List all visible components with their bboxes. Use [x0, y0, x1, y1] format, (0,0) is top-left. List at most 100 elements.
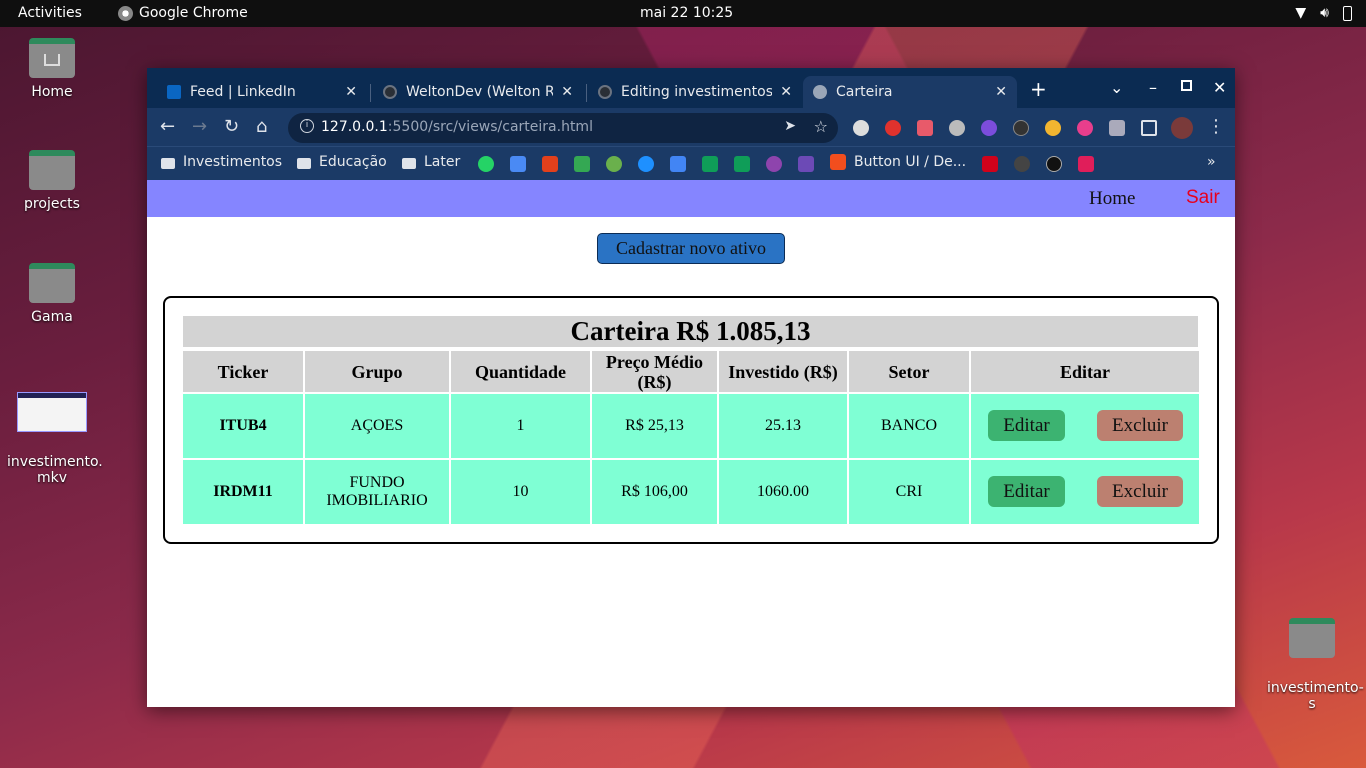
delete-button[interactable]: Excluir — [1097, 410, 1183, 441]
nav-home-link[interactable]: Home — [1089, 188, 1135, 210]
portfolio-caption: Carteira R$ 1.085,13 — [183, 316, 1198, 347]
puzzle-icon[interactable] — [1109, 120, 1125, 136]
close-icon[interactable]: ✕ — [561, 84, 573, 100]
linkedin-icon — [167, 85, 181, 99]
cell-setor: BANCO — [849, 394, 969, 458]
app-name: Google Chrome — [139, 5, 248, 21]
tab-search-icon[interactable]: ⌄ — [1110, 78, 1123, 97]
extension-icon[interactable] — [1013, 120, 1029, 136]
cell-preco-medio: R$ 106,00 — [592, 460, 717, 524]
edit-button[interactable]: Editar — [988, 476, 1065, 507]
clock[interactable]: mai 22 10:25 — [640, 5, 733, 21]
reload-icon[interactable]: ↻ — [224, 117, 239, 137]
desktop-icon-projects[interactable]: projects — [7, 150, 97, 212]
sheets-icon[interactable] — [734, 156, 750, 172]
bookmark-icon[interactable] — [606, 156, 622, 172]
delete-button[interactable]: Excluir — [1097, 476, 1183, 507]
bookmark-label: Button UI / De... — [854, 154, 967, 170]
desktop-icon-home[interactable]: Home — [7, 38, 97, 100]
desktop-icon-label: investimento- s — [1267, 680, 1364, 712]
folder-icon — [297, 157, 311, 169]
cell-ticker: ITUB4 — [183, 394, 303, 458]
extension-icon[interactable] — [1077, 120, 1093, 136]
bookmark-folder[interactable]: Educação — [297, 154, 387, 170]
bookmarks-bar: Investimentos Educação Later Button UI /… — [147, 146, 1235, 180]
cell-investido: 1060.00 — [719, 460, 847, 524]
close-icon[interactable]: ✕ — [780, 84, 792, 100]
add-asset-button[interactable]: Cadastrar novo ativo — [597, 233, 785, 264]
translate-icon[interactable] — [510, 156, 526, 172]
extension-icon[interactable] — [949, 120, 965, 136]
folder-icon — [161, 157, 175, 169]
close-icon[interactable]: ✕ — [995, 84, 1007, 100]
slack-icon[interactable] — [1078, 156, 1094, 172]
bookmark-label: Later — [424, 154, 461, 170]
bookmark-icon[interactable] — [1046, 156, 1062, 172]
volume-icon: 🔊︎ — [1320, 5, 1329, 21]
send-icon[interactable]: ➤ — [784, 118, 796, 134]
more-bookmarks-icon[interactable]: » — [1207, 154, 1216, 170]
desktop-icon-video[interactable]: investimento. mkv — [7, 376, 103, 502]
tab-linkedin[interactable]: Feed | LinkedIn ✕ — [157, 76, 367, 108]
chrome-icon — [118, 5, 133, 21]
extension-icon[interactable] — [885, 120, 901, 136]
extension-icon[interactable] — [917, 120, 933, 136]
tab-carteira[interactable]: Carteira ✕ — [803, 76, 1017, 108]
address-bar[interactable]: i 127.0.0.1:5500/src/views/carteira.html… — [288, 113, 838, 143]
meet-icon[interactable] — [702, 156, 718, 172]
edit-button[interactable]: Editar — [988, 410, 1065, 441]
extension-icon[interactable] — [981, 120, 997, 136]
home-icon[interactable]: ⌂ — [256, 117, 267, 137]
calendar-icon[interactable] — [670, 156, 686, 172]
cell-setor: CRI — [849, 460, 969, 524]
activities-button[interactable]: Activities — [18, 5, 82, 21]
bookmark-icon[interactable] — [766, 156, 782, 172]
avatar[interactable] — [1171, 117, 1193, 139]
tab-title: WeltonDev (Welton Ro — [406, 84, 554, 100]
header-setor: Setor — [849, 351, 969, 392]
play-icon[interactable] — [574, 156, 590, 172]
header-preco-medio: Preço Médio (R$) — [592, 351, 717, 392]
bookmark-icon[interactable] — [798, 156, 814, 172]
bookmark-icon[interactable] — [982, 156, 998, 172]
bookmark-folder[interactable]: Investimentos — [161, 154, 282, 170]
maximize-icon[interactable] — [1181, 80, 1192, 91]
info-icon[interactable]: i — [300, 119, 314, 133]
folder-icon — [402, 157, 416, 169]
desktop-icon-gama[interactable]: Gama — [7, 263, 97, 325]
bookmark-label: Educação — [319, 154, 387, 170]
bookmark-folder[interactable]: Later — [402, 154, 460, 170]
star-icon[interactable]: ☆ — [814, 117, 828, 136]
bookmark-figma[interactable]: Button UI / De... — [830, 154, 966, 170]
home-folder-icon — [29, 38, 75, 78]
whatsapp-icon[interactable] — [478, 156, 494, 172]
edge-icon[interactable] — [638, 156, 654, 172]
tab-title: Carteira — [836, 84, 893, 100]
close-icon[interactable]: ✕ — [345, 84, 357, 100]
nav-logout-link[interactable]: Sair — [1186, 187, 1220, 209]
minimize-icon[interactable]: – — [1149, 78, 1157, 97]
extension-icon[interactable] — [1045, 120, 1061, 136]
github-icon[interactable] — [1014, 156, 1030, 172]
tab-weltondev[interactable]: WeltonDev (Welton Ro ✕ — [373, 76, 583, 108]
cell-grupo: FUNDO IMOBILIARIO — [305, 460, 449, 524]
extension-icon[interactable] — [853, 120, 869, 136]
desktop-icon-label: investimento. mkv — [7, 454, 103, 486]
back-icon[interactable]: ← — [160, 117, 175, 137]
desktop-icon-investimentos[interactable]: investimento- s — [1267, 602, 1364, 728]
system-tray[interactable]: ▼ 🔊︎ — [1295, 5, 1352, 21]
window-close-icon[interactable]: ✕ — [1213, 78, 1226, 97]
tab-title: Feed | LinkedIn — [190, 84, 296, 100]
figma-icon — [830, 154, 846, 170]
forward-icon[interactable]: → — [192, 117, 207, 137]
url-path: :5500/src/views/carteira.html — [387, 119, 593, 135]
header-quantidade: Quantidade — [451, 351, 590, 392]
new-tab-icon[interactable]: + — [1030, 77, 1047, 101]
desktop-icon-label: projects — [24, 196, 80, 212]
tab-editing[interactable]: Editing investimentos/ ✕ — [588, 76, 802, 108]
office-icon[interactable] — [542, 156, 558, 172]
side-panel-icon[interactable] — [1141, 120, 1157, 136]
menu-icon[interactable]: ⋮ — [1207, 117, 1225, 137]
desktop-icon-label: Home — [31, 84, 73, 100]
app-menu[interactable]: Google Chrome — [118, 5, 248, 21]
